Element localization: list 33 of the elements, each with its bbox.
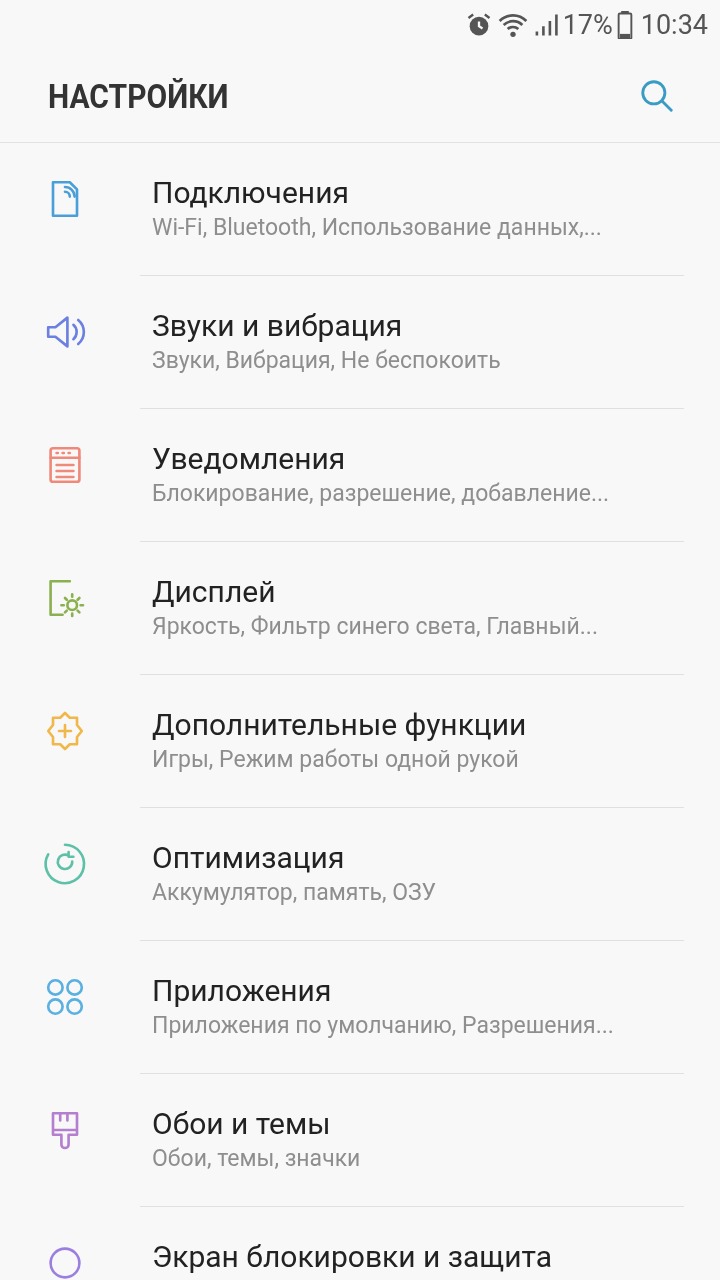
item-title: Обои и темы: [152, 1106, 332, 1142]
item-subtitle: Обои, темы, значки: [152, 1144, 362, 1174]
settings-item[interactable]: Подключения Wi-Fi, Bluetooth, Использование данных,...: [140, 143, 684, 276]
item-title: Уведомления: [152, 441, 347, 477]
item-subtitle: Игры, Режим работы одной рукой: [152, 745, 520, 775]
battery-percent: 17%: [562, 7, 613, 43]
settings-item[interactable]: Экран блокировки и защита: [140, 1207, 684, 1280]
item-subtitle: Блокирование, разрешение, добавление...: [152, 479, 611, 509]
clock-time: 10:34: [640, 7, 708, 43]
settings-item[interactable]: Звуки и вибрация Звуки, Вибрация, Не беспокоить: [140, 276, 684, 409]
item-title: Подключения: [152, 175, 350, 211]
item-title: Оптимизация: [152, 840, 346, 876]
settings-item[interactable]: Дисплей Яркость, Фильтр синего света, Главный...: [140, 542, 684, 675]
item-subtitle: Аккумулятор, память, ОЗУ: [152, 878, 438, 908]
search-icon: [638, 77, 676, 115]
settings-item[interactable]: Обои и темы Обои, темы, значки: [140, 1074, 684, 1207]
item-title: Дополнительные функции: [152, 707, 528, 743]
page-title: НАСТРОЙКИ: [48, 75, 229, 118]
settings-item[interactable]: Приложения Приложения по умолчанию, Разрешения...: [140, 941, 684, 1074]
item-subtitle: Приложения по умолчанию, Разрешения...: [152, 1011, 615, 1041]
wifi-icon: [496, 11, 529, 39]
item-title: Экран блокировки и защита: [152, 1239, 553, 1275]
settings-item[interactable]: Оптимизация Аккумулятор, память, ОЗУ: [140, 808, 684, 941]
item-title: Дисплей: [152, 574, 277, 610]
settings-item[interactable]: Дополнительные функции Игры, Режим работы одной рукой: [140, 675, 684, 808]
item-subtitle: Яркость, Фильтр синего света, Главный...: [152, 612, 599, 642]
search-button[interactable]: [638, 77, 676, 115]
item-subtitle: Wi-Fi, Bluetooth, Использование данных,...: [152, 213, 603, 243]
item-title: Звуки и вибрация: [152, 308, 404, 344]
settings-item[interactable]: Уведомления Блокирование, разрешение, добавление...: [140, 409, 684, 542]
battery-icon: [616, 11, 633, 39]
item-title: Приложения: [152, 973, 333, 1009]
item-subtitle: Звуки, Вибрация, Не беспокоить: [152, 346, 502, 376]
